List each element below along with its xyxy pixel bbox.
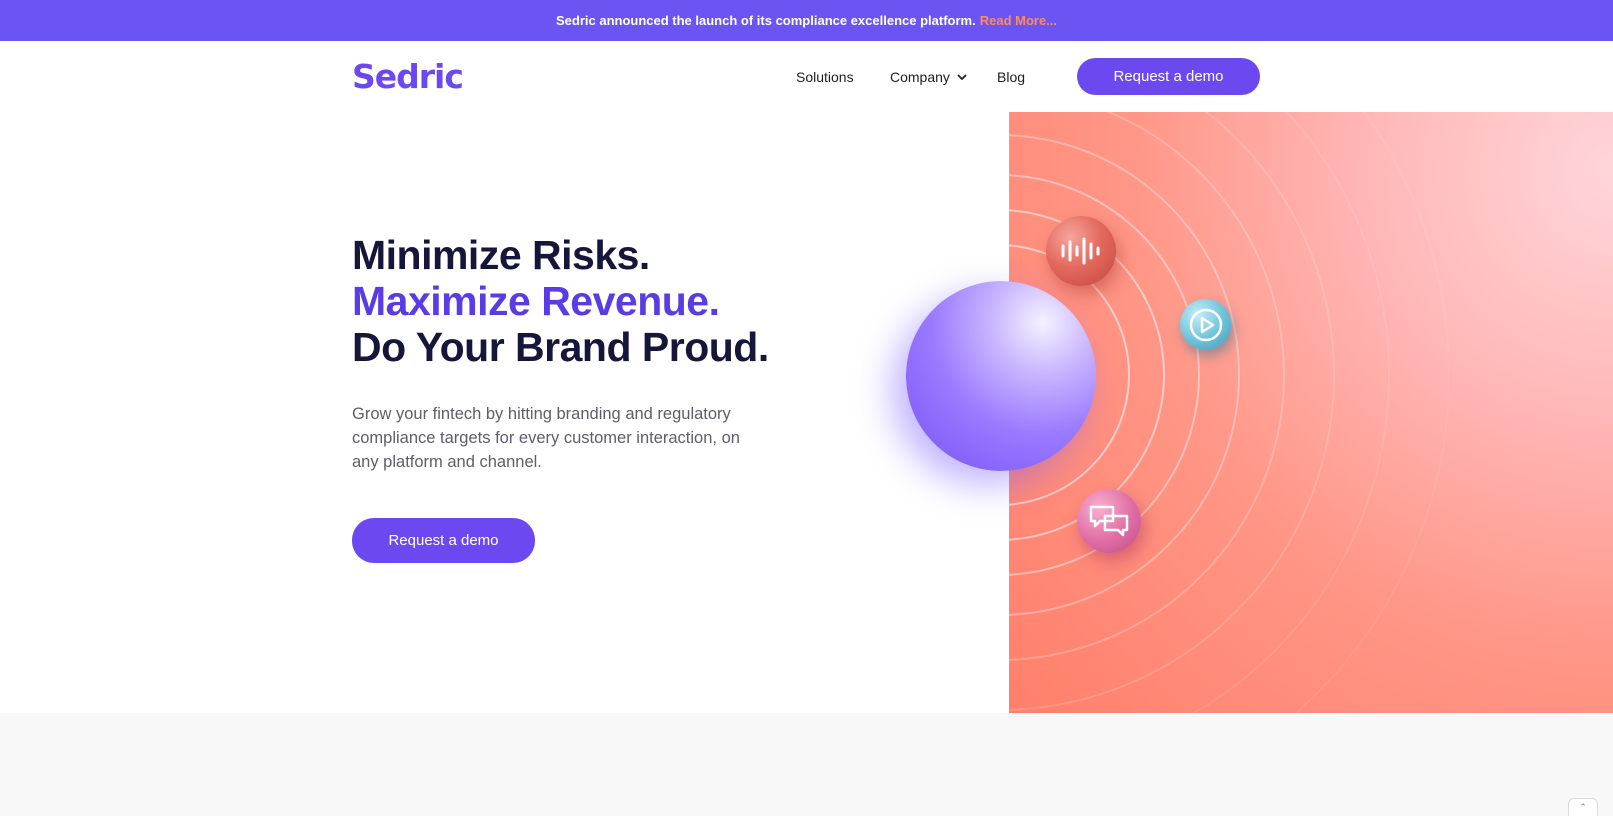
nav-item-solutions[interactable]: Solutions: [796, 67, 854, 87]
next-section: [0, 713, 1613, 816]
chevron-down-icon: [957, 74, 967, 80]
play-glyph: [1189, 308, 1222, 341]
chat-bubbles-icon: [1077, 489, 1141, 553]
hero-headline: Minimize Risks. Maximize Revenue. Do You…: [352, 232, 769, 370]
scroll-to-top-button[interactable]: ⌃: [1568, 798, 1598, 816]
audio-wave-glyph: [1061, 237, 1100, 265]
read-more-link[interactable]: Read More...: [980, 13, 1057, 28]
headline-line-3: Do Your Brand Proud.: [352, 324, 769, 370]
chevron-up-icon: ⌃: [1579, 802, 1587, 812]
hero-request-demo-button[interactable]: Request a demo: [352, 518, 535, 563]
sedric-logo[interactable]: Sedric: [352, 57, 464, 97]
nav-item-blog[interactable]: Blog: [997, 67, 1025, 87]
purple-sphere: [906, 281, 1096, 471]
hero-illustration-panel: [1009, 112, 1613, 713]
hero-section: Minimize Risks. Maximize Revenue. Do You…: [0, 112, 1613, 713]
concentric-rings: [1009, 112, 1450, 713]
headline-line-1: Minimize Risks.: [352, 232, 650, 278]
nav-request-demo-button[interactable]: Request a demo: [1077, 58, 1260, 95]
top-navigation: Sedric Solutions Company Blog Request a …: [0, 41, 1613, 112]
nav-item-company-label: Company: [890, 69, 950, 85]
announcement-text: Sedric announced the launch of its compl…: [555, 13, 976, 28]
headline-line-2: Maximize Revenue.: [352, 278, 720, 324]
audio-wave-icon: [1046, 216, 1116, 286]
play-icon: [1180, 299, 1231, 350]
chat-bubbles-glyph: [1089, 505, 1129, 537]
announcement-bar: Sedric announced the launch of its compl…: [0, 0, 1613, 41]
hero-subtext: Grow your fintech by hitting branding an…: [352, 405, 740, 471]
nav-item-company[interactable]: Company: [890, 67, 968, 87]
